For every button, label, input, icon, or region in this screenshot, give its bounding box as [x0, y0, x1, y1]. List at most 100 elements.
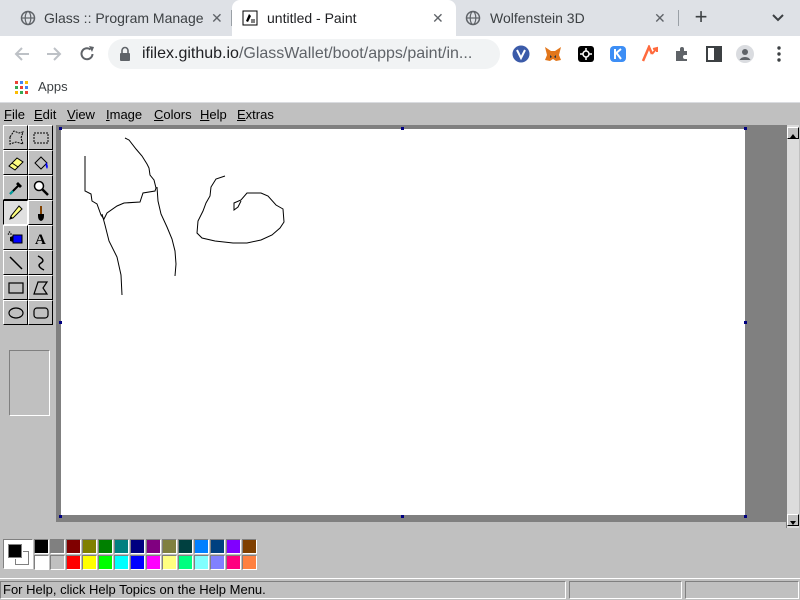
menu-colors[interactable]: Colors [154, 107, 192, 122]
forward-arrow-icon[interactable] [44, 44, 64, 64]
magnifier-tool[interactable] [28, 175, 53, 200]
orange-extension-icon[interactable] [641, 45, 659, 63]
rectangle-tool[interactable] [3, 275, 28, 300]
scroll-down-button[interactable] [787, 514, 799, 526]
profile-avatar-icon[interactable] [736, 45, 754, 63]
airbrush-icon [7, 231, 23, 244]
tab-program-manager[interactable]: Glass :: Program Manager ✕ [0, 0, 232, 36]
magnifier-icon [33, 180, 49, 196]
black-square-extension-icon[interactable] [577, 45, 595, 63]
globe-icon [465, 10, 481, 26]
paint-app-icon [242, 10, 258, 26]
palette-swatch[interactable] [194, 555, 209, 570]
drawn-stroke [156, 186, 177, 277]
current-colors-indicator[interactable] [3, 539, 33, 569]
resize-handle-corner[interactable] [744, 515, 747, 518]
eraser-tool[interactable] [3, 150, 28, 175]
side-panel-icon[interactable] [705, 45, 723, 63]
menu-view[interactable]: View [67, 107, 95, 122]
rectangle-icon [8, 282, 24, 294]
resize-handle [401, 127, 404, 130]
palette-swatch[interactable] [226, 539, 241, 554]
ellipse-tool[interactable] [3, 300, 28, 325]
drawn-stroke [101, 213, 123, 296]
palette-swatch[interactable] [114, 555, 129, 570]
reload-icon[interactable] [77, 44, 97, 64]
menu-extras[interactable]: Extras [237, 107, 274, 122]
palette-swatch[interactable] [34, 539, 49, 554]
select-tool[interactable] [28, 125, 53, 150]
drawing-canvas[interactable] [61, 129, 745, 515]
chevron-down-icon[interactable] [770, 8, 786, 28]
palette-swatch[interactable] [226, 555, 241, 570]
apps-bookmark[interactable]: Apps [38, 79, 68, 94]
palette-swatch[interactable] [114, 539, 129, 554]
scroll-up-button[interactable] [787, 127, 799, 139]
puzzle-extensions-icon[interactable] [673, 45, 691, 63]
palette-swatch[interactable] [162, 555, 177, 570]
menu-help[interactable]: Help [200, 107, 227, 122]
palette-swatch[interactable] [162, 539, 177, 554]
palette-swatch[interactable] [242, 555, 257, 570]
tab-paint[interactable]: untitled - Paint ✕ [232, 0, 456, 36]
pick-color-tool[interactable] [3, 175, 28, 200]
palette-swatch[interactable] [242, 539, 257, 554]
palette-swatch[interactable] [194, 539, 209, 554]
close-icon[interactable]: ✕ [432, 10, 444, 27]
palette-swatch[interactable] [98, 539, 113, 554]
ellipse-icon [8, 307, 24, 319]
k-extension-icon[interactable] [609, 45, 627, 63]
bookmarks-bar: Apps [0, 72, 800, 102]
pencil-tool[interactable] [3, 200, 28, 225]
palette-swatch[interactable] [66, 539, 81, 554]
back-arrow-icon[interactable] [12, 44, 32, 64]
close-icon[interactable]: ✕ [654, 10, 666, 27]
kebab-menu-icon[interactable] [770, 45, 788, 63]
polygon-tool[interactable] [28, 275, 53, 300]
palette-swatch[interactable] [178, 555, 193, 570]
palette-swatch[interactable] [82, 555, 97, 570]
palette-swatch[interactable] [66, 555, 81, 570]
resize-handle-bottom[interactable] [401, 515, 404, 518]
palette-swatch[interactable] [50, 539, 65, 554]
palette-swatch[interactable] [210, 539, 225, 554]
text-tool[interactable]: A [28, 225, 53, 250]
menu-accelerator: F [4, 107, 12, 122]
palette-swatch[interactable] [146, 539, 161, 554]
palette-swatch[interactable] [98, 555, 113, 570]
vertical-scrollbar[interactable] [786, 125, 799, 528]
resize-handle-right[interactable] [744, 321, 747, 324]
palette-swatch[interactable] [50, 555, 65, 570]
palette-swatch[interactable] [130, 555, 145, 570]
new-tab-button[interactable]: + [690, 6, 712, 28]
palette-swatch[interactable] [210, 555, 225, 570]
palette-swatch[interactable] [146, 555, 161, 570]
tab-title: Wolfenstein 3D [490, 10, 585, 26]
fill-tool[interactable] [28, 150, 53, 175]
line-tool[interactable] [3, 250, 28, 275]
close-icon[interactable]: ✕ [211, 10, 223, 27]
lock-icon[interactable] [118, 46, 132, 62]
primary-color-swatch[interactable] [7, 543, 23, 559]
paint-window: File Edit View Image Colors Help Extras [0, 103, 800, 600]
palette-swatch[interactable] [130, 539, 145, 554]
tab-wolfenstein[interactable]: Wolfenstein 3D ✕ [456, 0, 678, 36]
palette-swatch[interactable] [82, 539, 97, 554]
airbrush-tool[interactable] [3, 225, 28, 250]
menu-edit[interactable]: Edit [34, 107, 56, 122]
menu-file[interactable]: File [4, 107, 25, 122]
rounded-rectangle-tool[interactable] [28, 300, 53, 325]
palette-swatch[interactable] [34, 555, 49, 570]
curve-tool[interactable] [28, 250, 53, 275]
palette-swatch[interactable] [178, 539, 193, 554]
tool-options-panel[interactable] [9, 350, 50, 416]
free-form-select-tool[interactable] [3, 125, 28, 150]
line-icon [9, 256, 23, 270]
brush-tool[interactable] [28, 200, 53, 225]
metamask-fox-icon[interactable] [544, 45, 562, 63]
menu-image[interactable]: Image [106, 107, 142, 122]
vivaldi-v-icon[interactable] [512, 45, 530, 63]
address-bar[interactable]: ifilex.github.io/GlassWallet/boot/apps/p… [108, 39, 500, 69]
apps-grid-icon[interactable] [15, 81, 29, 95]
paint-menu-bar: File Edit View Image Colors Help Extras [0, 103, 800, 125]
